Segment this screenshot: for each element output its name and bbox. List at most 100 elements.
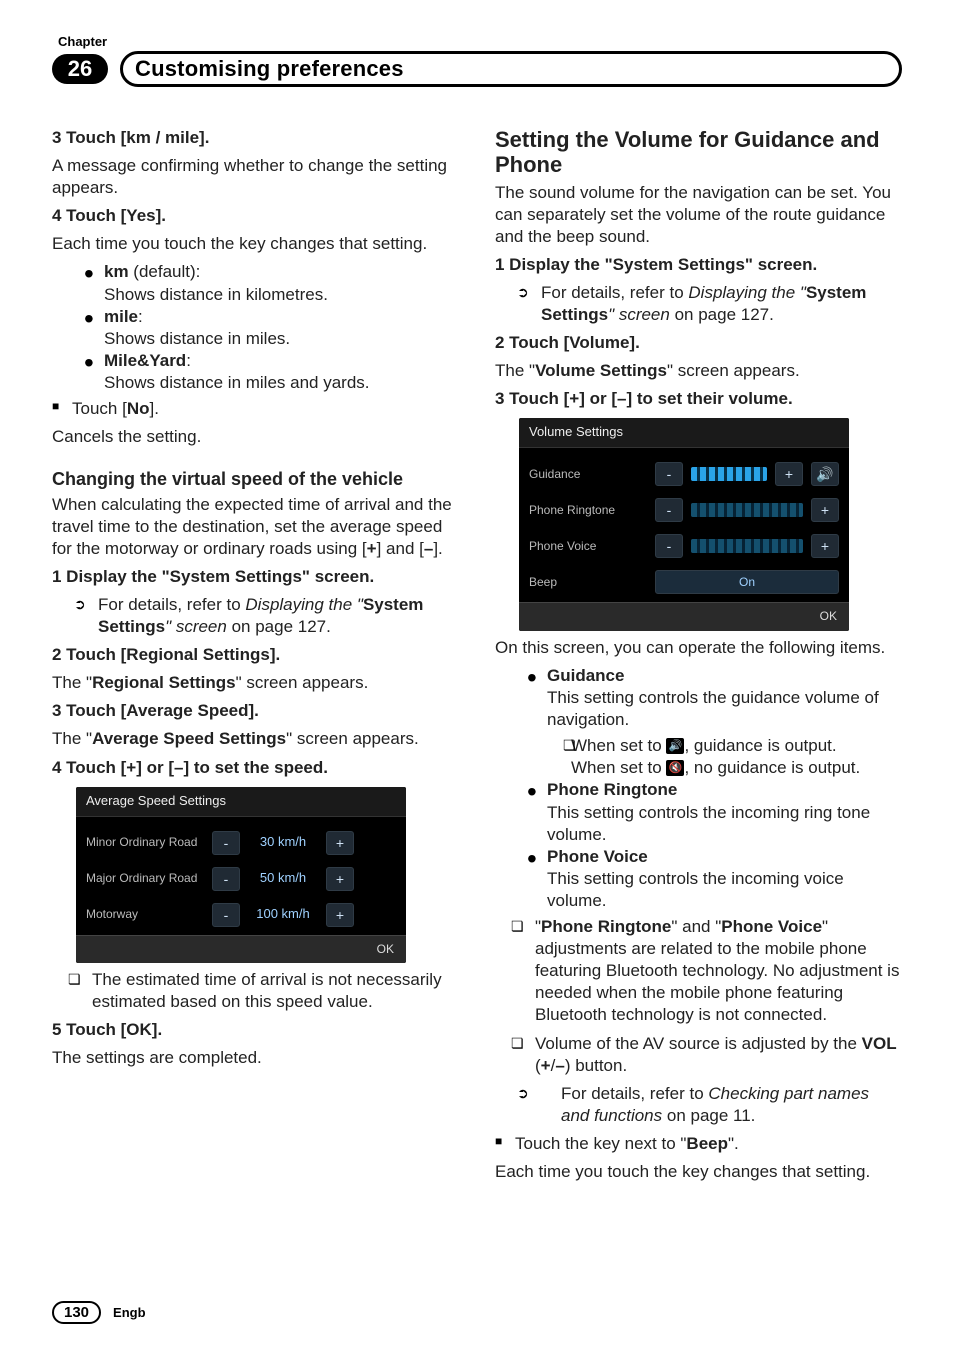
ok-button[interactable]: OK [820, 609, 837, 623]
left-column: 3 Touch [km / mile]. A message confirmin… [52, 127, 459, 1189]
cv-step3-label: 3 Touch [Average Speed]. [52, 701, 259, 720]
note-av-volume: Volume of the AV source is adjusted by t… [495, 1033, 902, 1077]
beep-body: Each time you touch the key changes that… [495, 1161, 902, 1183]
volume-bar[interactable] [691, 539, 803, 553]
heading-setting-volume: Setting the Volume for Guidance and Phon… [495, 127, 902, 178]
option-mile-suffix: : [138, 307, 143, 326]
cv-step3-body-bold: Average Speed Settings [92, 729, 286, 748]
changing-body-mid: ] and [ [377, 539, 424, 558]
option-km: km (default): Shows distance in kilometr… [104, 261, 459, 305]
cv-step5-label: 5 Touch [OK]. [52, 1020, 162, 1039]
cancel-line: Cancels the setting. [52, 426, 459, 448]
cv-step1-ref-ital2: " screen [165, 617, 227, 636]
step-4-body: Each time you touch the key changes that… [52, 233, 459, 255]
heading-changing-speed: Changing the virtual speed of the vehicl… [52, 468, 459, 491]
note-bluetooth: "Phone Ringtone" and "Phone Voice" adjus… [495, 916, 902, 1026]
plus-button[interactable]: + [811, 534, 839, 558]
r-step1-ref-post: on page 127. [670, 305, 774, 324]
vol-row-voice-label: Phone Voice [529, 539, 647, 555]
minus-button[interactable]: - [212, 867, 240, 891]
cv-step1-label: 1 Display the "System Settings" screen. [52, 567, 374, 586]
avg-row-major: Major Ordinary Road - 50 km/h + [86, 861, 396, 897]
minus-button[interactable]: - [655, 462, 683, 486]
note-av-post: ) button. [565, 1056, 627, 1075]
item-ringtone-body: This setting controls the incoming ring … [547, 803, 870, 844]
r-step2-body-bold: Volume Settings [535, 361, 667, 380]
note-av-pre: Volume of the AV source is adjusted by t… [535, 1034, 862, 1053]
plus-symbol: + [367, 539, 377, 558]
beep-touch-post: ". [728, 1134, 739, 1153]
plus-button[interactable]: + [326, 831, 354, 855]
note-bt-mid: " and " [671, 917, 721, 936]
plus-button[interactable]: + [326, 903, 354, 927]
volume-bar[interactable] [691, 467, 767, 481]
beep-touch-row: Touch the key next to "Beep". [495, 1133, 902, 1155]
touch-no-post: ]. [149, 399, 158, 418]
note-bt-b2: Phone Voice [721, 917, 822, 936]
beep-toggle[interactable]: On [655, 570, 839, 594]
minus-button[interactable]: - [212, 831, 240, 855]
minus-button[interactable]: - [655, 498, 683, 522]
vol-row-beep: Beep On [529, 564, 839, 600]
chapter-title-pill: Customising preferences [120, 51, 902, 87]
option-mile-yard: Mile&Yard: Shows distance in miles and y… [104, 350, 459, 394]
chapter-title: Customising preferences [135, 56, 404, 82]
avg-speed-screenshot: Average Speed Settings Minor Ordinary Ro… [76, 787, 406, 963]
cv-step1-ref-post: on page 127. [227, 617, 331, 636]
option-mile-yard-title: Mile&Yard [104, 351, 186, 370]
volume-title: Volume Settings [519, 418, 849, 448]
option-km-title: km [104, 262, 129, 281]
r-step2-label: 2 Touch [Volume]. [495, 333, 640, 352]
r-step1-ref-ital2: " screen [608, 305, 670, 324]
step-3-label: 3 Touch [km / mile]. [52, 128, 209, 147]
guidance-note1-pre: When set to [571, 736, 666, 755]
changing-body: When calculating the expected time of ar… [52, 494, 459, 560]
cv-step1-ref-ital1: Displaying the " [245, 595, 363, 614]
plus-button[interactable]: + [775, 462, 803, 486]
volume-bar[interactable] [691, 503, 803, 517]
r-step1-ref: For details, refer to Displaying the "Sy… [495, 282, 902, 326]
guidance-note-1: When set to , guidance is output. When s… [547, 735, 902, 779]
chapter-label: Chapter [58, 34, 902, 49]
speaker-icon[interactable]: 🔊 [811, 462, 839, 486]
cv-step2-body-pre: The " [52, 673, 92, 692]
note-av-minus: – [555, 1056, 564, 1075]
cv-step3-body-pre: The " [52, 729, 92, 748]
option-km-desc: Shows distance in kilometres. [104, 285, 328, 304]
changing-body-end: ]. [433, 539, 442, 558]
vol-row-guidance-label: Guidance [529, 467, 647, 483]
r-step2-body-pre: The " [495, 361, 535, 380]
guidance-note2-post: , no guidance is output. [684, 758, 860, 777]
cv-step2-body-post: " screen appears. [236, 673, 369, 692]
plus-button[interactable]: + [326, 867, 354, 891]
minus-button[interactable]: - [212, 903, 240, 927]
avg-row-motorway-label: Motorway [86, 907, 204, 923]
speaker-on-icon [666, 738, 684, 754]
note-av-ref: For details, refer to Checking part name… [495, 1083, 902, 1127]
option-km-suffix: (default): [129, 262, 201, 281]
option-mile-yard-desc: Shows distance in miles and yards. [104, 373, 370, 392]
minus-button[interactable]: - [655, 534, 683, 558]
r-step1-ref-ital1: Displaying the " [688, 283, 806, 302]
cv-step2-label: 2 Touch [Regional Settings]. [52, 645, 280, 664]
beep-touch-bold: Beep [686, 1134, 728, 1153]
avg-row-major-label: Major Ordinary Road [86, 871, 204, 887]
avg-row-minor-label: Minor Ordinary Road [86, 835, 204, 851]
guidance-note2-pre: When set to [571, 758, 666, 777]
vol-row-beep-label: Beep [529, 575, 647, 591]
option-mile-title: mile [104, 307, 138, 326]
cv-step4-label: 4 Touch [+] or [–] to set the speed. [52, 758, 328, 777]
ok-button[interactable]: OK [377, 942, 394, 956]
item-voice-title: Phone Voice [547, 847, 648, 866]
intro-body: The sound volume for the navigation can … [495, 182, 902, 248]
option-mile-yard-suffix: : [186, 351, 191, 370]
plus-button[interactable]: + [811, 498, 839, 522]
step-4-label: 4 Touch [Yes]. [52, 206, 166, 225]
item-guidance: Guidance This setting controls the guida… [547, 665, 902, 779]
r-step2-body-post: " screen appears. [667, 361, 800, 380]
vol-row-guidance: Guidance - + 🔊 [529, 456, 839, 492]
touch-no-pre: Touch [ [72, 399, 127, 418]
language-code: Engb [113, 1305, 146, 1320]
chapter-number-badge: 26 [52, 54, 108, 84]
item-ringtone-title: Phone Ringtone [547, 780, 677, 799]
